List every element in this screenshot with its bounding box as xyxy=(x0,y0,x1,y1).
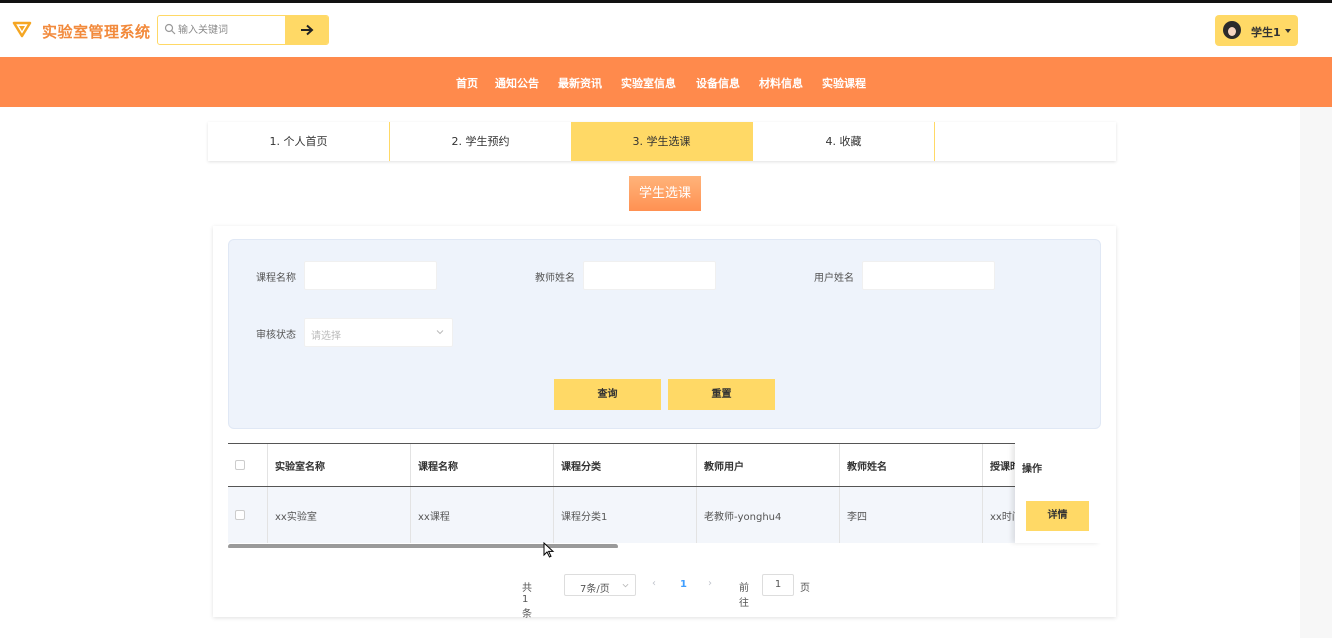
goto-page-input[interactable]: 1 xyxy=(762,574,794,596)
select-all-checkbox[interactable] xyxy=(235,460,245,470)
logo-icon xyxy=(12,21,32,38)
select-all-cell xyxy=(228,444,268,486)
arrow-right-icon xyxy=(300,24,313,36)
section-title: 学生选课 xyxy=(629,176,701,211)
total-count: 共 1 条 xyxy=(522,583,532,620)
search-box xyxy=(157,15,329,45)
table-cell: 课程分类1 xyxy=(554,487,697,543)
tab-reservation[interactable]: 2. 学生预约 xyxy=(390,122,572,161)
avatar xyxy=(1223,21,1241,39)
actions-header: 操作 xyxy=(1022,464,1042,475)
next-page-icon[interactable]: › xyxy=(708,578,712,589)
prev-page-icon[interactable]: ‹ xyxy=(652,578,656,589)
chevron-down-icon xyxy=(622,583,629,588)
nav-item-labs[interactable]: 实验室信息 xyxy=(621,75,676,91)
chevron-down-icon xyxy=(436,330,444,335)
teacher-name-label: 教师姓名 xyxy=(535,273,575,284)
main-nav: 首页 通知公告 最新资讯 实验室信息 设备信息 材料信息 实验课程 xyxy=(0,57,1332,107)
table-row: xx实验室 xx课程 课程分类1 老教师-yonghu4 李四 xx时间 xyxy=(228,487,1101,543)
course-name-label: 课程名称 xyxy=(256,273,296,284)
goto-label: 前往 xyxy=(739,583,749,609)
page-unit-label: 页 xyxy=(800,583,810,594)
nav-item-notices[interactable]: 通知公告 xyxy=(495,75,539,91)
column-header: 教师用户 xyxy=(697,444,840,486)
search-icon xyxy=(164,23,176,35)
table-cell: 李四 xyxy=(840,487,983,543)
status-label: 审核状态 xyxy=(256,330,296,341)
search-button[interactable] xyxy=(285,16,328,44)
mouse-cursor-icon xyxy=(543,542,555,558)
search-input[interactable] xyxy=(178,16,286,44)
header: 实验室管理系统 学生1 xyxy=(0,3,1332,57)
table-header: 实验室名称 课程名称 课程分类 教师用户 教师姓名 授课时 xyxy=(228,443,1101,487)
user-name-label: 用户姓名 xyxy=(814,273,854,284)
column-header: 实验室名称 xyxy=(268,444,411,486)
teacher-name-input[interactable] xyxy=(583,261,716,290)
user-name-input[interactable] xyxy=(862,261,995,290)
filter-form: 课程名称 教师姓名 用户姓名 审核状态 请选择 查询 重置 xyxy=(228,239,1101,429)
caret-down-icon xyxy=(1285,29,1291,33)
brand-title: 实验室管理系统 xyxy=(42,23,151,41)
page-size-value: 7条/页 xyxy=(580,584,610,595)
tab-home[interactable]: 1. 个人首页 xyxy=(208,122,390,161)
nav-item-home[interactable]: 首页 xyxy=(456,75,478,91)
query-button[interactable]: 查询 xyxy=(554,379,661,410)
table-cell: xx实验室 xyxy=(268,487,411,543)
column-header: 课程分类 xyxy=(554,444,697,486)
nav-item-materials[interactable]: 材料信息 xyxy=(759,75,803,91)
data-table: 实验室名称 课程名称 课程分类 教师用户 教师姓名 授课时 xx实验室 xx课程… xyxy=(228,443,1101,548)
user-name: 学生1 xyxy=(1251,26,1281,39)
page-size-select[interactable]: 7条/页 xyxy=(564,574,636,596)
table-cell: xx课程 xyxy=(411,487,554,543)
detail-button[interactable]: 详情 xyxy=(1026,501,1089,531)
nav-item-equipment[interactable]: 设备信息 xyxy=(696,75,740,91)
status-select[interactable]: 请选择 xyxy=(304,318,453,347)
row-select-cell xyxy=(228,487,268,543)
reset-button[interactable]: 重置 xyxy=(668,379,775,410)
user-menu[interactable]: 学生1 xyxy=(1215,15,1298,46)
horizontal-scrollbar[interactable] xyxy=(228,544,618,548)
nav-item-news[interactable]: 最新资讯 xyxy=(558,75,602,91)
nav-item-courses[interactable]: 实验课程 xyxy=(822,75,866,91)
status-placeholder: 请选择 xyxy=(311,331,341,342)
course-name-input[interactable] xyxy=(304,261,437,290)
column-header: 教师姓名 xyxy=(840,444,983,486)
column-header: 课程名称 xyxy=(411,444,554,486)
tab-favorites[interactable]: 4. 收藏 xyxy=(753,122,935,161)
table-cell: 老教师-yonghu4 xyxy=(697,487,840,543)
center-tabs: 1. 个人首页 2. 学生预约 3. 学生选课 4. 收藏 xyxy=(208,122,1116,161)
page-number[interactable]: 1 xyxy=(680,579,687,590)
page-edge xyxy=(1300,107,1332,638)
actions-column: 操作 详情 xyxy=(1015,443,1101,543)
tab-course-selection[interactable]: 3. 学生选课 xyxy=(571,122,753,161)
tab-empty xyxy=(935,122,1117,161)
content-panel: 课程名称 教师姓名 用户姓名 审核状态 请选择 查询 重置 实验室名称 课程名称… xyxy=(213,226,1116,620)
row-checkbox[interactable] xyxy=(235,510,245,520)
